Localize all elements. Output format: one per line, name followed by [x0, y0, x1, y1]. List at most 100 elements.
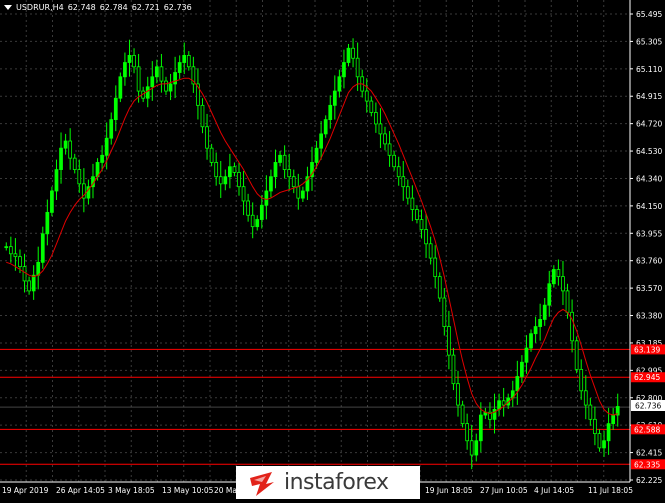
price-tick-label: 64.340: [636, 174, 662, 183]
time-tick-label: 3 May 18:05: [108, 486, 155, 495]
price-tick-label: 65.495: [636, 10, 662, 19]
price-tick-label: 64.150: [636, 202, 662, 211]
bull-candle: [173, 72, 177, 85]
bear-candle: [588, 404, 593, 420]
bull-candle: [63, 140, 68, 149]
level-label: 62.588: [634, 425, 660, 434]
bull-candle: [259, 204, 264, 220]
brand-logo-icon: [250, 471, 274, 496]
bear-candle: [364, 90, 369, 102]
bull-candle: [602, 440, 606, 449]
bear-candle: [282, 154, 287, 170]
bear-candle: [574, 340, 579, 370]
bear-candle: [410, 197, 415, 210]
bear-candle: [351, 47, 355, 59]
bear-candle: [465, 423, 470, 442]
bear-candle: [456, 383, 460, 406]
price-chart[interactable]: 65.495 65.305 65.110 64.915 64.720 64.530 64.3…: [0, 0, 665, 499]
bear-candle: [232, 166, 237, 173]
bull-candle: [154, 66, 159, 78]
bear-candle: [593, 418, 597, 435]
bear-candle: [501, 400, 506, 406]
bear-candle: [296, 186, 301, 199]
level-label: 62.945: [634, 373, 660, 382]
low-value: 62.721: [131, 3, 160, 12]
bear-candle: [424, 229, 428, 245]
chart-title-bar: USDRUR,H4 62.748 62.784 62.721 62.736: [4, 3, 192, 12]
bull-candle: [177, 62, 182, 73]
time-tick-label: 19 Apr 2019: [2, 486, 49, 495]
price-tick-label: 63.760: [636, 257, 662, 266]
bull-candle: [4, 246, 9, 249]
bear-candle: [159, 66, 164, 82]
bull-candle: [113, 97, 118, 121]
bear-candle: [18, 256, 22, 268]
time-tick-label: 13 May 10:05: [162, 486, 214, 495]
bear-candle: [72, 157, 77, 170]
bear-candle: [205, 126, 209, 149]
bear-candle: [355, 57, 360, 78]
bull-candle: [145, 86, 150, 99]
bear-candle: [469, 440, 474, 456]
bear-candle: [132, 54, 136, 68]
bear-candle: [378, 123, 383, 135]
symbol-label: USDRUR,H4: [16, 3, 64, 12]
bear-candle: [583, 390, 588, 406]
bear-candle: [246, 200, 250, 216]
price-tick-label: 64.915: [636, 92, 662, 101]
price-tick-label: 64.530: [636, 147, 662, 156]
bull-candle: [497, 400, 501, 410]
bear-candle: [387, 143, 392, 156]
bull-candle: [538, 319, 543, 327]
bear-candle: [460, 404, 465, 425]
bull-candle: [337, 76, 342, 92]
bull-candle: [314, 147, 319, 163]
bear-candle: [200, 104, 205, 128]
price-tick-label: 63.955: [636, 229, 662, 238]
bull-candle: [323, 119, 328, 135]
bear-candle: [405, 186, 410, 199]
bear-candle: [291, 176, 296, 188]
bull-candle: [524, 347, 529, 363]
price-tick-label: 63.570: [636, 284, 662, 293]
time-tick-label: 11 Jul 18:05: [588, 486, 633, 495]
brand-name: instaforex: [284, 470, 389, 495]
bear-candle: [433, 257, 438, 278]
bull-candle: [54, 169, 59, 192]
bull-candle: [319, 133, 323, 149]
bull-candle: [515, 376, 520, 392]
bull-candle: [40, 233, 45, 263]
bull-candle: [109, 119, 114, 139]
bear-candle: [556, 269, 561, 278]
bull-candle: [59, 147, 63, 170]
bear-candle: [241, 186, 246, 202]
bull-candle: [474, 440, 479, 456]
bear-candle: [597, 433, 602, 449]
bear-candle: [392, 154, 396, 168]
bull-candle: [255, 219, 260, 228]
bull-candle: [168, 83, 173, 92]
bear-candle: [561, 276, 565, 292]
brand-watermark: instaforex: [236, 466, 420, 499]
bull-candle: [50, 190, 54, 213]
bear-candle: [22, 266, 27, 282]
bear-candle: [8, 246, 13, 255]
bear-candle: [214, 162, 219, 178]
bull-candle: [118, 76, 123, 99]
bull-candle: [269, 176, 273, 192]
bear-candle: [428, 243, 433, 259]
bear-candle: [68, 140, 73, 159]
price-tick-label: 64.720: [636, 120, 662, 129]
time-tick-label: 19 Jun 18:05: [425, 486, 473, 495]
bear-candle: [447, 326, 451, 356]
bull-candle: [492, 408, 497, 420]
bear-candle: [579, 368, 584, 392]
price-tick-label: 62.415: [636, 449, 662, 458]
bear-candle: [186, 54, 191, 68]
bear-candle: [383, 133, 387, 145]
bear-candle: [287, 169, 292, 178]
chart-menu-dropdown-icon[interactable]: [4, 5, 12, 10]
chart-canvas[interactable]: 65.495 65.305 65.110 64.915 64.720 64.530 64.3…: [0, 0, 665, 499]
bull-candle: [332, 90, 337, 106]
bull-candle: [346, 47, 351, 63]
